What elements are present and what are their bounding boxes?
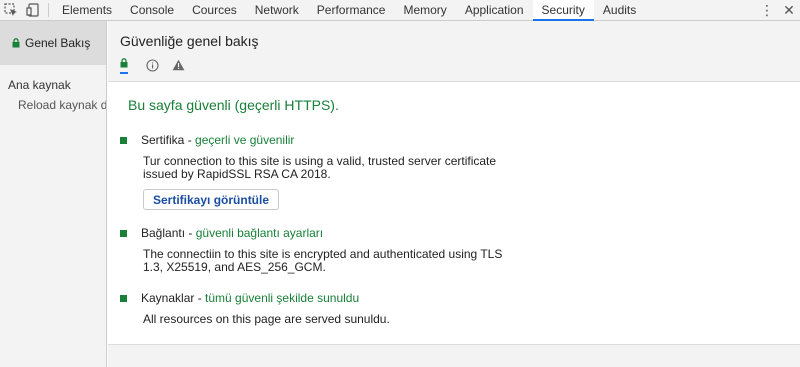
section-status: geçerli ve güvenilir [195,133,295,147]
sidebar-item-overview[interactable]: Genel Bakış [0,21,106,65]
secure-status-icon [120,136,127,144]
info-icon [146,57,172,73]
sidebar-item-reload[interactable]: Reload kaynak detai [0,97,106,113]
tab-security[interactable]: Security [532,0,594,21]
tab-application[interactable]: Application [456,0,533,20]
lock-icon [120,57,128,74]
vertical-dots-icon[interactable]: ⋮ [756,0,778,20]
sidebar-item-label: Genel Bakış [25,36,91,50]
tab-performance[interactable]: Performance [308,0,395,20]
tab-network[interactable]: Network [246,0,308,20]
view-certificate-button[interactable]: Sertifikayı görüntüle [143,189,280,210]
section-title: Bağlantı - güvenli bağlantı ayarları [141,226,323,240]
security-state-legend [120,57,800,74]
connection-section: Bağlantı - güvenli bağlantı ayarları The… [120,226,780,274]
panel-header: Güvenliğe genel bakış [108,21,800,82]
tab-memory[interactable]: Memory [394,0,455,20]
close-icon[interactable]: ✕ [778,0,800,20]
separator-dash: - [194,291,206,305]
device-toggle-icon[interactable] [22,0,44,20]
certificate-section: Sertifika - geçerli ve güvenilir Tur con… [120,133,780,210]
section-description: All resources on this page are served su… [143,312,390,326]
tab-audits[interactable]: Audits [594,0,645,20]
section-status: tümü güvenli şekilde sunuldu [205,291,360,305]
section-title: Kaynaklar - tümü güvenli şekilde sunuldu [141,291,359,305]
resources-section: Kaynaklar - tümü güvenli şekilde sunuldu… [120,291,780,326]
section-status: güvenli bağlantı ayarları [195,226,324,240]
secure-status-icon [120,229,127,237]
secure-status-icon [120,294,127,302]
section-label: Bağlantı [141,226,186,240]
toolbar-right-controls: ⋮ ✕ [756,0,800,20]
section-label: Sertifika [141,133,185,147]
section-description: Tur connection to this site is using a v… [143,154,497,181]
panel-footer [108,344,800,367]
section-label: Kaynaklar [141,291,195,305]
sidebar-heading-main-origin: Ana kaynak [8,78,71,92]
security-summary: Bu sayfa güvenli (geçerli HTTPS). [128,97,339,113]
tab-console[interactable]: Console [121,0,183,20]
cursor-select-icon[interactable] [0,0,22,20]
security-overview-panel: Güvenliğe genel bakış Bu sayfa güvenli (… [108,21,800,367]
separator-dash: - [185,226,196,240]
tab-sources[interactable]: Cources [183,0,246,20]
devtools-tab-bar: Elements Console Cources Network Perform… [0,0,800,21]
lock-icon [12,38,20,48]
toolbar-divider [48,3,49,17]
section-description: The connectiin to this site is encrypted… [143,247,503,274]
page-title: Güvenliğe genel bakış [120,33,259,49]
warning-icon [172,57,198,73]
security-sidebar: Genel Bakış Ana kaynak Reload kaynak det… [0,21,107,367]
panel-tabs: Elements Console Cources Network Perform… [53,0,645,21]
separator-dash: - [184,133,196,147]
secure-legend [120,57,146,74]
tab-elements[interactable]: Elements [53,0,121,20]
section-title: Sertifika - geçerli ve güvenilir [141,133,294,147]
